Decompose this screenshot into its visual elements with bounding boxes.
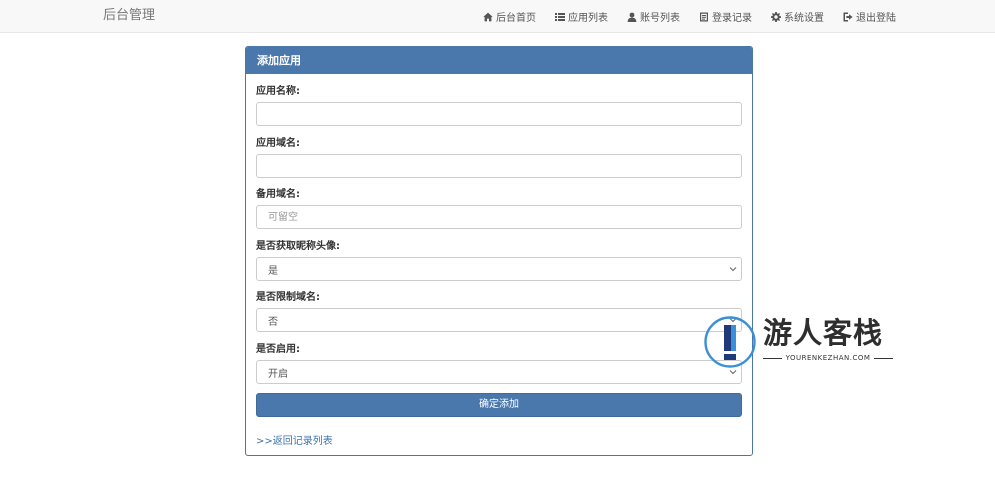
nav-item-home[interactable]: 后台首页 [483,9,536,24]
logout-icon [843,12,853,21]
nav-item-app-list[interactable]: 应用列表 [555,9,608,24]
get-avatar-select[interactable]: 是 [256,257,742,281]
chevron-down-icon [729,267,737,272]
user-icon [627,12,637,22]
watermark-subtitle-row: YOURENKEZHAN.COM [763,354,893,362]
add-app-panel: 添加应用 应用名称: 应用域名: 备用域名: 是否获取昵称头像: 是 是否限制域… [245,46,753,456]
gear-icon [771,11,781,22]
top-navbar: 后台管理 后台首页 应用列表 账号列表 登录记录 系统设置 退出登陆 [0,0,995,33]
nav-label: 退出登陆 [856,13,896,24]
back-to-list-link[interactable]: >>返回记录列表 [256,432,333,447]
submit-button[interactable]: 确定添加 [256,393,742,417]
restrict-domain-value: 否 [268,316,278,328]
nav-item-login-log[interactable]: 登录记录 [699,9,752,24]
restrict-domain-label: 是否限制域名: [256,292,320,303]
nav-item-settings[interactable]: 系统设置 [771,9,824,24]
enabled-value: 开启 [268,368,288,380]
watermark-title: 游人客栈 [763,316,884,350]
restrict-domain-select[interactable]: 否 [256,308,742,332]
nav-item-logout[interactable]: 退出登陆 [843,9,896,24]
watermark: 游人客栈 YOURENKEZHAN.COM [703,313,898,373]
divider [874,357,893,359]
nav-label: 后台首页 [496,13,536,24]
backup-domain-input[interactable] [256,205,742,229]
watermark-logo-icon [704,316,756,368]
enabled-select[interactable]: 开启 [256,360,742,384]
enabled-label: 是否启用: [256,344,300,355]
log-icon [700,12,708,21]
watermark-subtitle: YOURENKEZHAN.COM [785,354,871,362]
nav-menu: 后台首页 应用列表 账号列表 登录记录 系统设置 退出登陆 [483,0,896,33]
get-avatar-value: 是 [268,265,278,277]
backup-domain-label: 备用域名: [256,189,300,200]
app-name-label: 应用名称: [256,86,300,97]
app-name-input[interactable] [256,102,742,126]
get-avatar-label: 是否获取昵称头像: [256,241,340,252]
nav-label: 账号列表 [640,13,680,24]
nav-item-account-list[interactable]: 账号列表 [627,9,680,24]
nav-label: 应用列表 [568,13,608,24]
app-domain-label: 应用域名: [256,138,300,149]
app-domain-input[interactable] [256,154,742,178]
brand-title[interactable]: 后台管理 [103,6,155,26]
nav-label: 登录记录 [712,13,752,24]
panel-title: 添加应用 [246,47,752,74]
nav-label: 系统设置 [784,13,824,24]
divider [763,357,782,359]
home-icon [483,12,493,21]
list-icon [555,12,565,21]
